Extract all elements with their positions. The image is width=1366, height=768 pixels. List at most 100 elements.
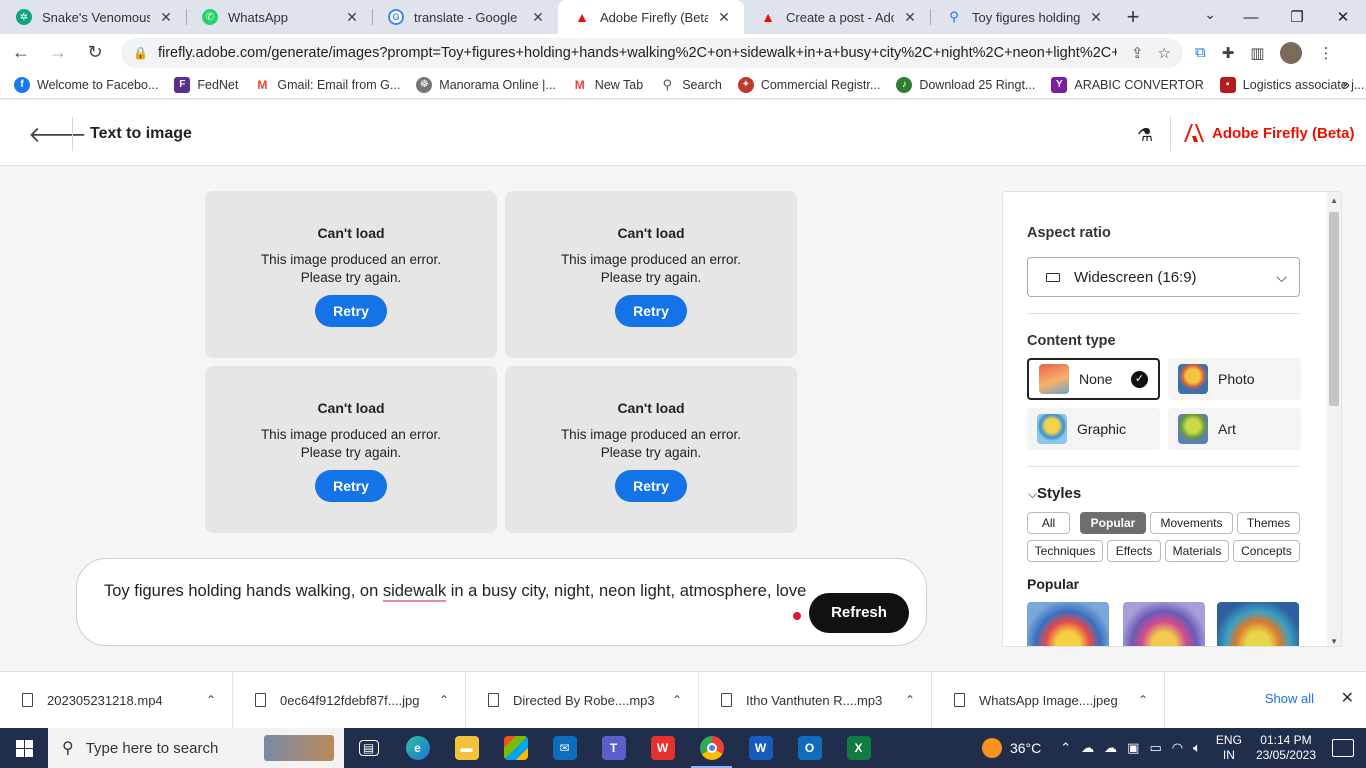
close-icon[interactable]: ✕	[716, 9, 732, 26]
taskbar-teams[interactable]: T	[589, 728, 638, 768]
minimize-icon[interactable]: —	[1228, 0, 1274, 34]
close-window-icon[interactable]: ✕	[1320, 0, 1366, 34]
tab-search-chevron-icon[interactable]: ⌄	[1204, 6, 1216, 23]
notification-icon[interactable]	[1332, 739, 1354, 757]
language-indicator[interactable]: ENG IN	[1216, 733, 1242, 763]
menu-kebab-icon[interactable]: ⋮	[1318, 44, 1333, 62]
url-text[interactable]: firefly.adobe.com/generate/images?prompt…	[158, 45, 1117, 61]
bookmark-new-tab[interactable]: M New Tab	[571, 76, 643, 93]
task-view-button[interactable]: ▤	[344, 728, 393, 768]
chevron-up-icon[interactable]: ⌃	[905, 693, 915, 707]
tab-adobe-express[interactable]: ▲ Create a post - Adobe ✕	[744, 0, 930, 34]
scroll-up-icon[interactable]: ▲	[1330, 196, 1338, 205]
download-item[interactable]: 202305231218.mp4 ⌃	[0, 671, 233, 729]
prompt-input[interactable]: Toy figures holding hands walking, on si…	[104, 582, 806, 602]
close-icon[interactable]: ✕	[530, 9, 546, 26]
bookmark-facebook[interactable]: f Welcome to Facebo...	[14, 76, 158, 93]
new-tab-button[interactable]: +	[1116, 0, 1150, 34]
bookmark-commercial-registry[interactable]: ✦ Commercial Registr...	[737, 76, 880, 93]
extensions-puzzle-icon[interactable]: ✚	[1222, 44, 1235, 62]
style-chip-effects[interactable]: Effects	[1107, 540, 1161, 562]
download-item[interactable]: WhatsApp Image....jpeg ⌃	[932, 671, 1165, 729]
tab-search[interactable]: ⚲ Toy figures holding ha ✕	[930, 0, 1116, 34]
taskbar-mail[interactable]: ✉	[540, 728, 589, 768]
bookmark-ringtones[interactable]: ♪ Download 25 Ringt...	[896, 76, 1035, 93]
retry-button[interactable]: Retry	[615, 470, 687, 502]
content-type-photo[interactable]: Photo	[1168, 358, 1301, 400]
style-chip-movements[interactable]: Movements	[1150, 512, 1233, 534]
brand-logo-link[interactable]: Adobe Firefly (Beta)	[1184, 124, 1355, 142]
prompt-input-box[interactable]: Toy figures holding hands walking, on si…	[76, 558, 927, 646]
style-chip-popular[interactable]: Popular	[1080, 512, 1146, 534]
temperature[interactable]: 36°C	[1010, 740, 1041, 756]
style-chip-themes[interactable]: Themes	[1237, 512, 1300, 534]
volume-icon[interactable]: 🔈︎	[1193, 740, 1201, 756]
scroll-down-icon[interactable]: ▼	[1330, 637, 1338, 646]
retry-button[interactable]: Retry	[315, 470, 387, 502]
refresh-button[interactable]: Refresh	[809, 593, 909, 633]
style-thumbnail[interactable]	[1027, 602, 1109, 646]
chevron-up-icon[interactable]: ⌃	[439, 693, 449, 707]
taskbar-outlook[interactable]: O	[785, 728, 834, 768]
style-chip-techniques[interactable]: Techniques	[1027, 540, 1103, 562]
download-item[interactable]: 0ec64f912fdebf87f....jpg ⌃	[233, 671, 466, 729]
download-item[interactable]: Directed By Robe....mp3 ⌃	[466, 671, 699, 729]
battery-icon[interactable]: ▭	[1149, 740, 1161, 756]
show-all-link[interactable]: Show all	[1265, 691, 1314, 706]
reload-icon[interactable]: ↻	[79, 42, 111, 63]
back-arrow-icon[interactable]: 🡐	[28, 122, 87, 148]
panel-scrollbar[interactable]: ▲ ▼	[1327, 192, 1341, 646]
chevron-up-icon[interactable]: ⌃	[672, 693, 682, 707]
share-icon[interactable]: ⇪	[1131, 44, 1144, 62]
content-type-graphic[interactable]: Graphic	[1027, 408, 1160, 450]
styles-heading[interactable]: Styles	[1037, 485, 1081, 502]
close-icon[interactable]: ✕	[902, 9, 918, 26]
style-chip-all[interactable]: All	[1027, 512, 1070, 534]
content-type-art[interactable]: Art	[1168, 408, 1301, 450]
style-thumbnail[interactable]	[1217, 602, 1299, 646]
taskbar-word[interactable]: W	[736, 728, 785, 768]
aspect-ratio-select[interactable]: Widescreen (16:9) ⌵	[1027, 257, 1300, 297]
taskbar-excel[interactable]: X	[834, 728, 883, 768]
chevron-up-icon[interactable]: ⌃	[1060, 740, 1071, 756]
lock-icon[interactable]: 🔒	[133, 46, 148, 60]
wifi-icon[interactable]: ◠	[1172, 740, 1183, 756]
download-item[interactable]: Itho Vanthuten R....mp3 ⌃	[699, 671, 932, 729]
restore-icon[interactable]: ❐	[1274, 0, 1320, 34]
cast-icon[interactable]: ⧉	[1195, 44, 1206, 61]
style-chip-materials[interactable]: Materials	[1165, 540, 1229, 562]
chevron-up-icon[interactable]: ⌃	[1138, 693, 1148, 707]
taskbar-search[interactable]: ⚲ Type here to search	[48, 728, 344, 768]
taskbar-edge[interactable]: e	[393, 728, 442, 768]
bookmark-star-icon[interactable]: ☆	[1158, 44, 1171, 62]
weather-sun-icon[interactable]	[981, 738, 1002, 758]
grammarly-dot-icon[interactable]	[793, 612, 801, 620]
scroll-thumb[interactable]	[1329, 212, 1339, 406]
windows-start-button[interactable]	[0, 728, 48, 768]
taskbar-wps[interactable]: W	[638, 728, 687, 768]
chevron-down-icon[interactable]: ⌵	[1028, 487, 1037, 502]
bookmark-arabic-converter[interactable]: Y ARABIC CONVERTOR	[1051, 76, 1204, 93]
close-icon[interactable]: ✕	[344, 9, 360, 26]
back-icon[interactable]: ←	[5, 42, 37, 63]
flask-icon[interactable]: ⚗	[1137, 125, 1153, 146]
close-icon[interactable]: ✕	[1088, 9, 1104, 26]
content-type-none[interactable]: None ✓	[1027, 358, 1160, 400]
style-thumbnail[interactable]	[1123, 602, 1205, 646]
forward-icon[interactable]: →	[42, 42, 74, 63]
more-bookmarks-icon[interactable]: »	[1342, 76, 1350, 92]
tab-chatgpt[interactable]: ✲ Snake's Venomous Sm ✕	[0, 0, 186, 34]
bookmark-manorama[interactable]: ☸ Manorama Online |...	[416, 76, 556, 93]
taskbar-store[interactable]	[491, 728, 540, 768]
bookmark-search[interactable]: ⚲ Search	[659, 76, 722, 93]
tab-adobe-firefly[interactable]: ▲ Adobe Firefly (Beta) ✕	[558, 0, 744, 34]
taskbar-chrome[interactable]	[687, 728, 736, 768]
bookmark-gmail[interactable]: M Gmail: Email from G...	[254, 76, 400, 93]
retry-button[interactable]: Retry	[315, 295, 387, 327]
network-drive-icon[interactable]: ☁	[1081, 740, 1094, 756]
close-icon[interactable]: ✕	[1341, 688, 1354, 708]
close-icon[interactable]: ✕	[158, 9, 174, 26]
tab-google-translate[interactable]: G translate - Google Se ✕	[372, 0, 558, 34]
tab-whatsapp[interactable]: ✆ WhatsApp ✕	[186, 0, 372, 34]
taskbar-file-explorer[interactable]: ▬	[442, 728, 491, 768]
